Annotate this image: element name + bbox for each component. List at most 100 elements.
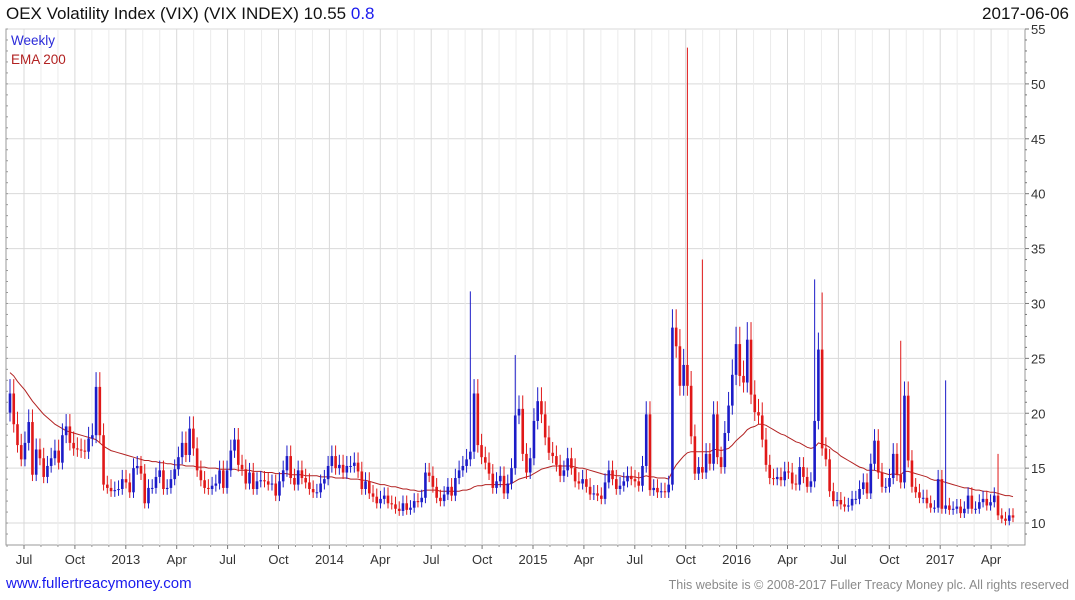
x-tick-label: Apr (370, 552, 391, 567)
candle-body (914, 486, 917, 493)
candle-body (259, 480, 263, 482)
candle-body (753, 394, 757, 413)
candle-body (910, 460, 914, 487)
candle-body (315, 492, 319, 494)
candle-body (869, 463, 873, 494)
candle-body (390, 503, 394, 505)
candle-body (229, 450, 233, 471)
candle-body (293, 478, 296, 485)
candle-body (614, 479, 618, 490)
candle-body (162, 470, 165, 490)
candle-body (581, 479, 584, 484)
candle-body (749, 339, 753, 395)
candle-body (304, 478, 307, 483)
candle-body (364, 481, 367, 490)
candle-body (525, 453, 528, 473)
x-tick-label: Apr (574, 552, 595, 567)
candle-body (173, 469, 176, 480)
x-tick-label: Oct (676, 552, 697, 567)
x-tick-label: Jul (423, 552, 440, 567)
candle-body (944, 505, 947, 509)
candle-body (240, 464, 244, 470)
candle-body (150, 487, 154, 489)
y-tick-label: 45 (1031, 132, 1045, 147)
candle-body (214, 483, 218, 486)
candle-body (135, 465, 139, 469)
candle-body (843, 504, 846, 507)
candle-body (382, 495, 386, 499)
candle-body (772, 478, 775, 480)
candle-body (405, 503, 409, 510)
candle-body (865, 482, 869, 494)
candle-body (929, 503, 932, 508)
candle-body (236, 439, 240, 465)
candle-body (457, 470, 461, 479)
candle-body (1011, 515, 1015, 518)
candle-body (708, 453, 712, 464)
y-tick-label: 35 (1031, 242, 1045, 257)
candle-body (978, 502, 981, 509)
candle-body (779, 476, 783, 481)
candle-body (120, 479, 124, 490)
candle-body (603, 482, 607, 499)
candle-body (996, 495, 1000, 516)
candle-body (981, 498, 985, 503)
x-tick-label: Apr (777, 552, 798, 567)
candle-body (644, 414, 648, 466)
candle-body (970, 495, 974, 509)
candle-body (42, 458, 45, 477)
site-link[interactable]: www.fullertreacymoney.com (6, 575, 192, 592)
candle-body (128, 482, 132, 493)
candle-body (1000, 515, 1004, 519)
candle-body (798, 467, 801, 485)
candle-body (1007, 515, 1011, 521)
candle-body (899, 474, 903, 483)
candle-body (210, 485, 214, 490)
candle-body (64, 426, 68, 436)
y-tick-label: 40 (1031, 187, 1045, 202)
candle-body (218, 470, 221, 484)
candle-body (49, 458, 53, 466)
candle-body (540, 401, 543, 415)
candle-body (476, 393, 480, 446)
candle-body (629, 475, 633, 480)
candle-body (91, 435, 94, 439)
candle-body (379, 498, 382, 504)
x-tick-label: 2017 (926, 552, 955, 567)
candle-body (412, 501, 416, 508)
candle-body (16, 424, 19, 446)
candle-body (783, 471, 787, 481)
x-tick-label: Jul (830, 552, 847, 567)
candle-body (76, 448, 79, 450)
candle-body (154, 476, 158, 488)
y-tick-label: 30 (1031, 296, 1045, 311)
candle-body (888, 478, 891, 487)
candle-body (289, 456, 292, 479)
candle-body (847, 505, 850, 507)
candle-body (397, 508, 401, 511)
candle-body (921, 497, 925, 499)
candle-body (802, 467, 805, 477)
candle-body (12, 393, 16, 425)
candle-body (87, 438, 90, 452)
candle-body (719, 457, 723, 468)
candle-body (521, 408, 525, 454)
candle-body (203, 480, 206, 488)
candle-body (27, 422, 31, 443)
candle-body (442, 494, 446, 502)
candle-body (510, 468, 513, 484)
candle-body (948, 505, 951, 510)
candle-body (854, 498, 858, 500)
candle-body (487, 462, 491, 474)
candle-body (678, 346, 682, 386)
candle-body (326, 465, 330, 480)
candle-body (738, 344, 742, 376)
y-tick-label: 50 (1031, 77, 1045, 92)
candle-body (517, 408, 521, 416)
x-tick-label: 2016 (722, 552, 751, 567)
legend-weekly: Weekly (11, 33, 55, 48)
candle-body (697, 467, 700, 474)
candle-body (974, 508, 977, 510)
candle-body (884, 486, 888, 488)
candle-body (338, 464, 341, 469)
